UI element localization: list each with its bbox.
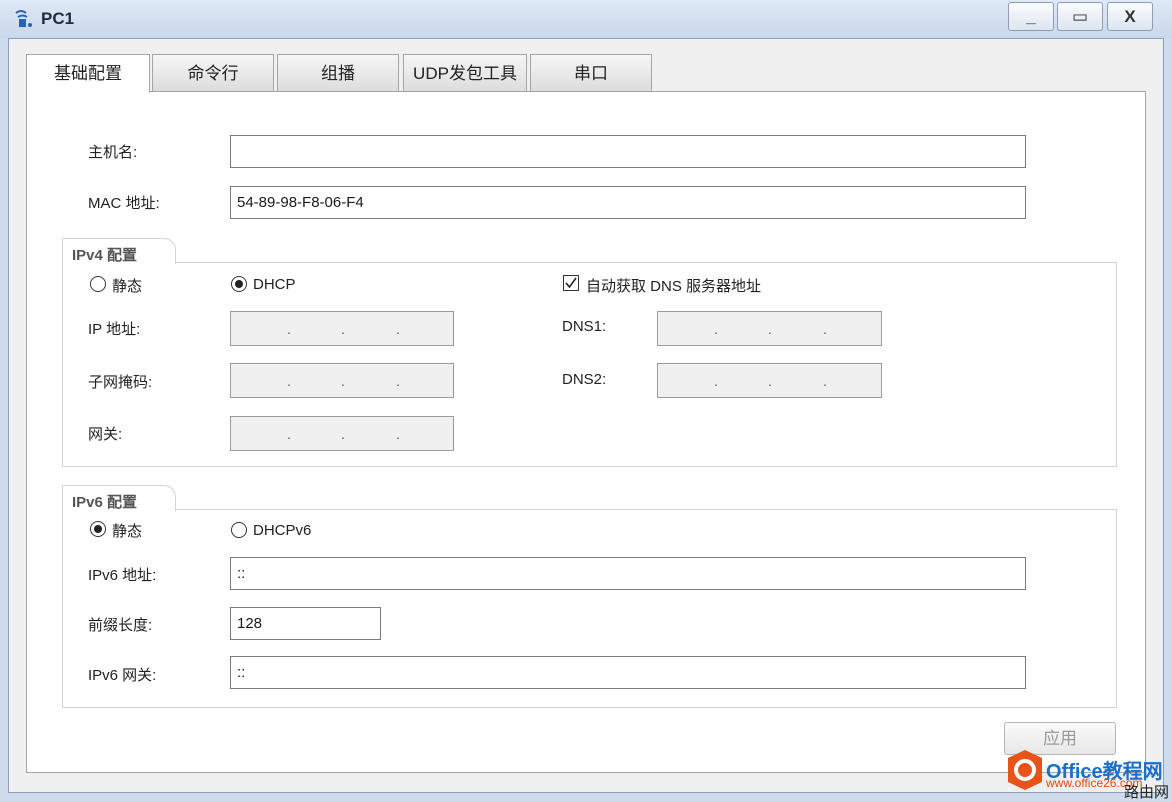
minimize-button[interactable]: _ xyxy=(1008,2,1054,31)
close-icon: X xyxy=(1124,7,1136,26)
ipv4-dhcp-label: DHCP xyxy=(253,276,296,293)
mac-label: MAC 地址: xyxy=(88,195,160,212)
tab-multicast[interactable]: 组播 xyxy=(277,54,399,92)
dns2-label: DNS2: xyxy=(562,371,607,388)
tab-udp-tool[interactable]: UDP发包工具 xyxy=(403,54,527,92)
hostname-input[interactable] xyxy=(230,135,1026,168)
subnet-mask-label: 子网掩码: xyxy=(88,374,153,391)
ipv4-static-label: 静态 xyxy=(112,278,143,295)
checkmark-icon xyxy=(565,277,577,289)
ip-address-label: IP 地址: xyxy=(88,321,141,338)
prefix-length-input[interactable]: 128 xyxy=(230,607,381,640)
dns1-label: DNS1: xyxy=(562,318,607,335)
window-title: PC1 xyxy=(41,9,75,28)
dns1-input[interactable]: ... xyxy=(657,311,882,346)
maximize-button[interactable]: ▭ xyxy=(1057,2,1103,31)
ipv4-group-title: IPv4 配置 xyxy=(72,247,138,264)
ipv6-address-label: IPv6 地址: xyxy=(88,567,157,584)
tab-command-line[interactable]: 命令行 xyxy=(152,54,274,92)
network-pc-icon xyxy=(15,10,32,27)
subnet-mask-input[interactable]: ... xyxy=(230,363,454,398)
gateway-label: 网关: xyxy=(88,426,123,443)
close-button[interactable]: X xyxy=(1107,2,1153,31)
tab-serial[interactable]: 串口 xyxy=(530,54,652,92)
ipv6-address-input[interactable]: :: xyxy=(230,557,1026,590)
ipv6-static-label: 静态 xyxy=(112,523,143,540)
title-bar: PC1 _ ▭ X xyxy=(0,0,1172,38)
mac-input[interactable]: 54-89-98-F8-06-F4 xyxy=(230,186,1026,219)
ipv4-dhcp-radio[interactable] xyxy=(231,276,247,292)
ipv6-gateway-label: IPv6 网关: xyxy=(88,667,157,684)
ipv4-static-radio[interactable] xyxy=(90,276,106,292)
dns2-input[interactable]: ... xyxy=(657,363,882,398)
ipv6-dhcpv6-label: DHCPv6 xyxy=(253,522,312,539)
minimize-icon: _ xyxy=(1026,7,1036,26)
ipv6-static-radio[interactable] xyxy=(90,521,106,537)
auto-dns-checkbox[interactable] xyxy=(563,275,579,291)
hostname-label: 主机名: xyxy=(88,144,138,161)
office-logo-icon xyxy=(1008,750,1042,790)
prefix-length-label: 前缀长度: xyxy=(88,617,153,634)
ipv6-gateway-input[interactable]: :: xyxy=(230,656,1026,689)
tab-basic-config[interactable]: 基础配置 xyxy=(26,54,150,93)
maximize-icon: ▭ xyxy=(1071,7,1089,26)
auto-dns-label: 自动获取 DNS 服务器地址 xyxy=(586,278,762,295)
ip-address-input[interactable]: ... xyxy=(230,311,454,346)
ipv6-dhcpv6-radio[interactable] xyxy=(231,522,247,538)
ipv6-group-title: IPv6 配置 xyxy=(72,494,138,511)
gateway-input[interactable]: ... xyxy=(230,416,454,451)
